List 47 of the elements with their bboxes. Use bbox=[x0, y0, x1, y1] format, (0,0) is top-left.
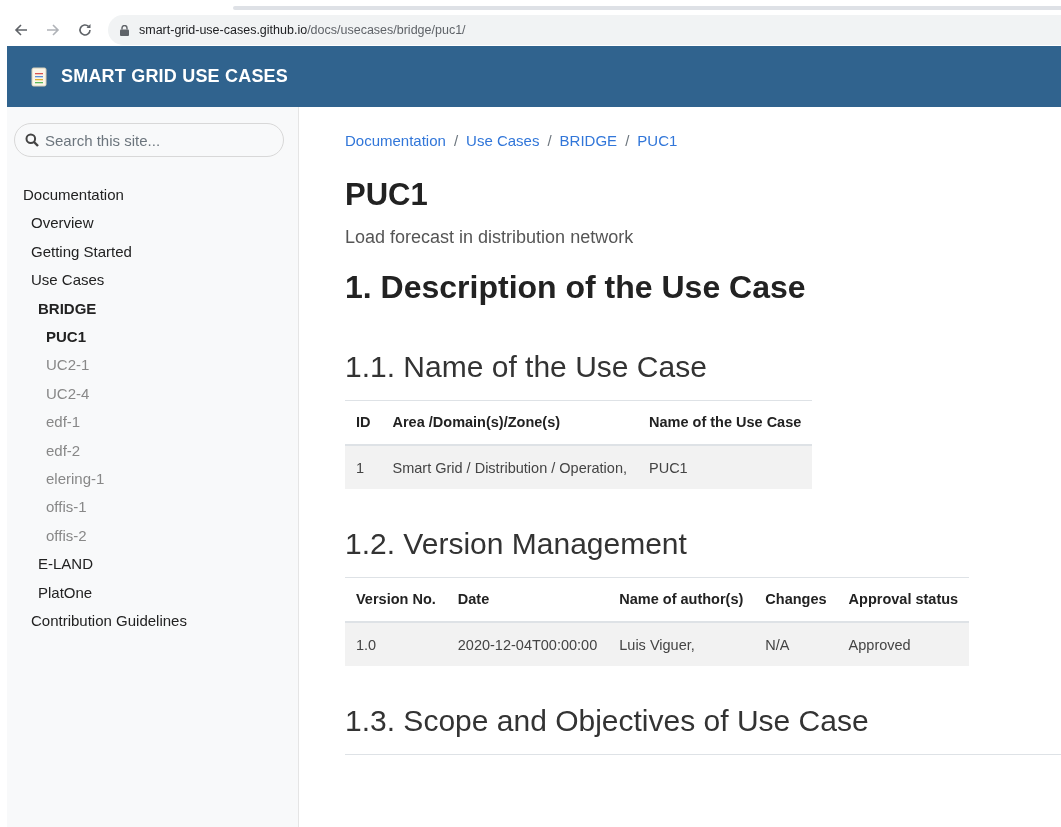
nav-link[interactable]: E-LAND bbox=[38, 550, 93, 579]
nav-link[interactable]: Overview bbox=[31, 209, 94, 238]
breadcrumb-separator: / bbox=[625, 131, 630, 151]
table-cell: N/A bbox=[754, 622, 838, 666]
nav-link[interactable]: offis-1 bbox=[46, 493, 87, 522]
forward-arrow-icon bbox=[46, 23, 60, 37]
nav-link[interactable]: UC2-1 bbox=[46, 351, 90, 380]
table-cell: PUC1 bbox=[638, 445, 813, 489]
search-icon bbox=[25, 133, 39, 147]
table-cell: Smart Grid / Distribution / Operation, bbox=[381, 445, 638, 489]
reload-icon bbox=[78, 23, 92, 37]
nav-link[interactable]: offis-2 bbox=[46, 521, 87, 551]
nav-link[interactable]: edf-1 bbox=[46, 408, 81, 437]
nav-link[interactable]: Getting Started bbox=[31, 237, 132, 267]
breadcrumb-link[interactable]: BRIDGE bbox=[559, 131, 618, 151]
lock-icon bbox=[120, 24, 129, 36]
nav-link[interactable]: Documentation bbox=[23, 181, 124, 210]
table-cell: Approved bbox=[837, 622, 970, 666]
search-field[interactable]: Search this site... bbox=[14, 123, 284, 157]
page-title: PUC1 bbox=[345, 177, 429, 213]
section-heading: 1. Description of the Use Case bbox=[345, 269, 807, 306]
document-icon bbox=[31, 66, 47, 87]
table-cell: 1 bbox=[345, 445, 382, 489]
nav-link[interactable]: PlatOne bbox=[38, 578, 93, 608]
back-arrow-icon bbox=[14, 23, 28, 37]
nav-link[interactable]: Contribution Guidelines bbox=[31, 607, 187, 636]
subsection-heading: 1.3. Scope and Objectives of Use Case bbox=[345, 704, 1061, 755]
nav-link[interactable]: UC2-4 bbox=[46, 379, 90, 409]
table-cell: 2020-12-04T00:00:00 bbox=[446, 622, 609, 666]
page-description: Load forecast in distribution network bbox=[345, 227, 635, 248]
breadcrumb-link[interactable]: Use Cases bbox=[466, 131, 540, 151]
nav-link[interactable]: edf-2 bbox=[46, 436, 81, 466]
nav-link[interactable]: PUC1 bbox=[46, 323, 86, 352]
subsection-heading: 1.2. Version Management bbox=[345, 527, 688, 561]
nav-link[interactable]: BRIDGE bbox=[38, 294, 97, 324]
table-cell: Luis Viguer, bbox=[608, 622, 755, 666]
breadcrumb-link[interactable]: Documentation bbox=[345, 131, 446, 151]
site-title[interactable]: SMART GRID USE CASES bbox=[61, 66, 289, 87]
address-bar[interactable]: smart-grid-use-cases.github.io/docs/usecases/bridge/puc1/ bbox=[108, 15, 1061, 45]
subsection-heading: 1.1. Name of the Use Case bbox=[345, 350, 708, 384]
breadcrumb-separator: / bbox=[453, 131, 459, 151]
breadcrumb-link[interactable]: PUC1 bbox=[637, 131, 678, 151]
breadcrumb-separator: / bbox=[547, 131, 552, 151]
url-text: smart-grid-use-cases.github.io/docs/usecases/bridge/puc1/ bbox=[139, 23, 466, 37]
nav-link[interactable]: Use Cases bbox=[31, 266, 105, 295]
nav-link[interactable]: elering-1 bbox=[46, 465, 105, 494]
table-cell: 1.0 bbox=[345, 622, 447, 666]
